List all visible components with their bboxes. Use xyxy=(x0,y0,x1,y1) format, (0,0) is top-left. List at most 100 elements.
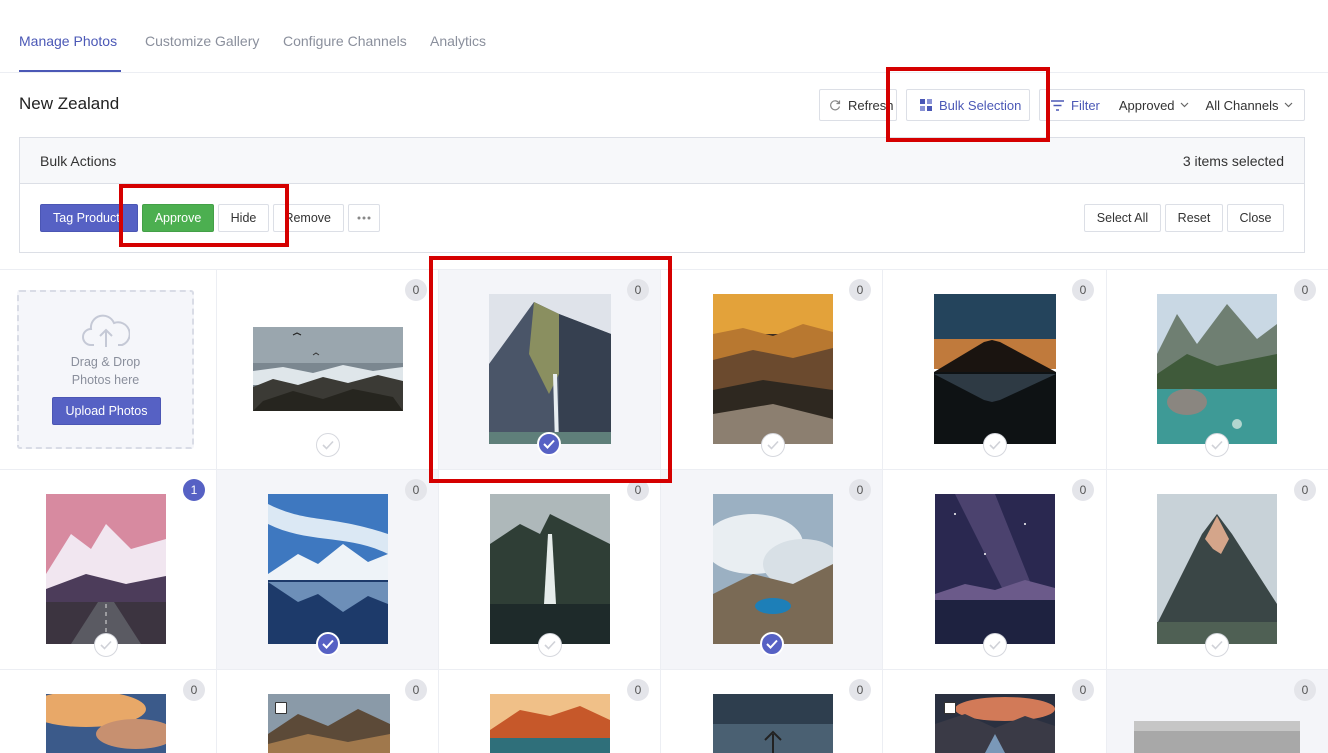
count-badge: 0 xyxy=(1294,279,1316,301)
filter-icon xyxy=(1051,99,1064,111)
upload-hint-line2: Photos here xyxy=(71,373,140,387)
select-check[interactable] xyxy=(761,433,785,457)
photo-image xyxy=(1157,294,1277,444)
check-icon xyxy=(989,640,1001,650)
select-check[interactable] xyxy=(316,433,340,457)
reset-button[interactable]: Reset xyxy=(1165,204,1223,232)
photo-image xyxy=(1157,494,1277,644)
photo-thumbnail[interactable] xyxy=(253,327,403,411)
photo-thumbnail[interactable] xyxy=(1157,294,1277,444)
select-check-selected[interactable] xyxy=(316,632,340,656)
bulk-actions-title: Bulk Actions xyxy=(40,153,117,169)
select-check[interactable] xyxy=(94,633,118,657)
refresh-label: Refresh xyxy=(848,97,894,113)
more-actions-button[interactable] xyxy=(348,204,380,232)
tab-bar: Manage Photos Customize Gallery Configur… xyxy=(0,0,1328,73)
check-icon xyxy=(322,639,334,649)
status-select[interactable]: Approved xyxy=(1119,98,1175,113)
more-icon xyxy=(357,216,371,220)
tab-customize-gallery[interactable]: Customize Gallery xyxy=(145,33,259,49)
select-check[interactable] xyxy=(1205,433,1229,457)
select-check[interactable] xyxy=(538,633,562,657)
photo-thumbnail[interactable] xyxy=(46,494,166,644)
check-icon xyxy=(989,440,1001,450)
tag-product-button[interactable]: Tag Product xyxy=(40,204,138,232)
check-icon xyxy=(766,639,778,649)
check-icon xyxy=(1211,440,1223,450)
select-all-button[interactable]: Select All xyxy=(1084,204,1161,232)
count-badge: 0 xyxy=(1294,679,1316,701)
channel-select[interactable]: All Channels xyxy=(1206,98,1279,113)
select-check[interactable] xyxy=(983,633,1007,657)
chevron-down-icon xyxy=(1180,102,1188,108)
count-badge: 0 xyxy=(849,479,871,501)
bulk-selection-label: Bulk Selection xyxy=(939,97,1022,113)
photo-image xyxy=(268,494,388,644)
count-badge: 0 xyxy=(627,479,649,501)
refresh-button[interactable]: Refresh xyxy=(819,89,897,121)
check-icon xyxy=(100,640,112,650)
upload-photos-button[interactable]: Upload Photos xyxy=(52,397,161,425)
count-badge: 0 xyxy=(1072,479,1094,501)
count-badge: 1 xyxy=(183,479,205,501)
photo-thumbnail[interactable] xyxy=(268,694,390,753)
upload-dropzone[interactable]: Drag & Drop Photos here Upload Photos xyxy=(17,290,194,449)
count-badge: 0 xyxy=(1294,479,1316,501)
photo-thumbnail[interactable] xyxy=(1157,494,1277,644)
count-badge: 0 xyxy=(405,679,427,701)
photo-thumbnail[interactable] xyxy=(935,494,1055,644)
count-badge: 0 xyxy=(627,679,649,701)
page-title: New Zealand xyxy=(19,94,120,113)
photo-thumbnail[interactable] xyxy=(268,494,388,644)
chevron-down-icon xyxy=(1284,102,1292,108)
bulk-selection-button[interactable]: Bulk Selection xyxy=(906,89,1030,121)
grid-divider xyxy=(1106,269,1107,753)
bulk-actions-header: Bulk Actions 3 items selected xyxy=(20,138,1304,184)
check-icon xyxy=(1211,640,1223,650)
photo-image xyxy=(713,294,833,444)
photo-image xyxy=(713,694,833,753)
select-check-selected[interactable] xyxy=(760,632,784,656)
photo-thumbnail[interactable] xyxy=(490,694,610,753)
selected-count: 3 items selected xyxy=(1182,153,1284,169)
photo-image xyxy=(253,327,403,411)
close-button[interactable]: Close xyxy=(1227,204,1284,232)
select-check[interactable] xyxy=(1205,633,1229,657)
cloud-upload-icon xyxy=(82,314,130,347)
hide-button[interactable]: Hide xyxy=(218,204,269,232)
filter-button[interactable]: Filter xyxy=(1071,98,1100,113)
select-check[interactable] xyxy=(983,433,1007,457)
select-checkbox[interactable] xyxy=(944,702,956,714)
photo-image xyxy=(1134,721,1300,753)
tab-analytics[interactable]: Analytics xyxy=(430,33,486,49)
bulk-selection-icon xyxy=(920,99,932,111)
photo-thumbnail[interactable] xyxy=(490,494,610,644)
count-badge: 0 xyxy=(1072,279,1094,301)
photo-image xyxy=(490,694,610,753)
grid-divider xyxy=(0,469,1328,470)
check-icon xyxy=(543,439,555,449)
photo-image xyxy=(935,494,1055,644)
select-checkbox[interactable] xyxy=(275,702,287,714)
photo-thumbnail[interactable] xyxy=(934,294,1056,444)
photo-thumbnail[interactable] xyxy=(713,494,833,644)
tab-manage-photos[interactable]: Manage Photos xyxy=(19,33,117,49)
approve-button[interactable]: Approve xyxy=(142,204,214,232)
photo-thumbnail[interactable] xyxy=(713,694,833,753)
photo-image xyxy=(46,494,166,644)
tab-configure-channels[interactable]: Configure Channels xyxy=(283,33,407,49)
photo-thumbnail[interactable] xyxy=(1134,721,1300,753)
select-check-selected[interactable] xyxy=(537,432,561,456)
photo-image xyxy=(46,694,166,753)
upload-hint-line1: Drag & Drop xyxy=(70,355,141,369)
photo-thumbnail[interactable] xyxy=(489,294,611,444)
photo-thumbnail[interactable] xyxy=(713,294,833,444)
photo-thumbnail[interactable] xyxy=(46,694,166,753)
photo-thumbnail[interactable] xyxy=(935,694,1055,753)
check-icon xyxy=(544,640,556,650)
remove-button[interactable]: Remove xyxy=(273,204,344,232)
check-icon xyxy=(322,440,334,450)
grid-divider xyxy=(882,269,883,753)
count-badge: 0 xyxy=(183,679,205,701)
refresh-icon xyxy=(830,100,841,111)
